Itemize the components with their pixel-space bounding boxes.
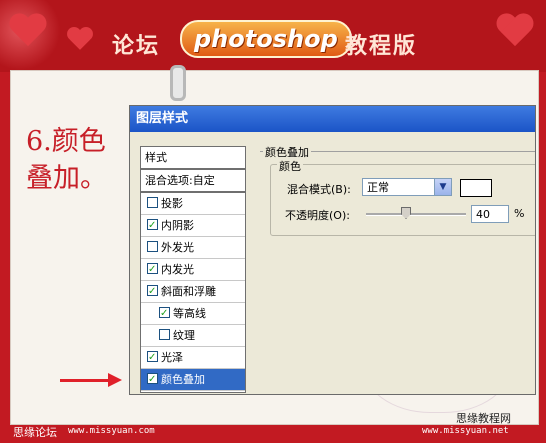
style-item-label: 光泽 [161,351,183,364]
footer-url-right: www.missyuan.net [422,426,509,436]
pointer-arrow [60,379,110,382]
style-item-label: 投影 [161,197,183,210]
checkbox-inner-shadow[interactable] [147,215,158,236]
opacity-label: 不透明度(O): [285,209,350,222]
style-item-bevel-emboss[interactable]: 斜面和浮雕 [141,281,245,303]
photoshop-logo: photoshop [180,20,352,58]
blend-mode-select[interactable]: 正常 ▼ [362,178,452,196]
style-item-outer-glow[interactable]: 外发光 [141,237,245,259]
arrow-head-icon [108,373,122,387]
heart-icon [8,14,48,50]
style-item-label: 内发光 [161,263,194,276]
heart-icon [495,14,535,50]
header-banner: 论坛 photoshop 教程版 [0,0,546,72]
spiral-ring-icon [170,65,186,101]
style-item-satin[interactable]: 光泽 [141,347,245,369]
checkbox-color-overlay[interactable] [147,369,158,390]
style-item-inner-shadow[interactable]: 内阴影 [141,215,245,237]
overlay-color-swatch[interactable] [460,179,492,197]
checkbox-bevel-emboss[interactable] [147,281,158,302]
step-caption-line2: 叠加。 [26,163,107,194]
layer-style-dialog: 图层样式 样式 混合选项:自定 投影 内阴影 外发光 内发光 斜面和浮雕 等高线 [129,105,536,395]
color-group-box [270,164,535,236]
blend-mode-value: 正常 [367,181,389,194]
opacity-slider-track[interactable] [366,213,466,216]
styles-list: 样式 混合选项:自定 投影 内阴影 外发光 内发光 斜面和浮雕 等高线 纹理 [140,146,246,393]
dialog-titlebar[interactable]: 图层样式 [130,106,535,132]
style-item-label: 外发光 [161,241,194,254]
style-item-label: 等高线 [173,307,206,320]
banner-text-forum: 论坛 [112,33,161,59]
footer-site-right: 思缘教程网 [456,412,511,425]
checkbox-satin[interactable] [147,347,158,368]
step-caption-line1: 6.颜色 [26,126,106,157]
style-item-label: 内阴影 [161,219,194,232]
checkbox-contour[interactable] [159,303,170,324]
opacity-input[interactable]: 40 [471,205,509,223]
checkbox-drop-shadow[interactable] [147,197,158,208]
blend-mode-label: 混合模式(B): [287,183,351,196]
style-item-texture[interactable]: 纹理 [141,325,245,347]
style-item-label: 斜面和浮雕 [161,285,216,298]
checkbox-inner-glow[interactable] [147,259,158,280]
styles-header[interactable]: 样式 [141,147,245,170]
footer-site-left: 思缘论坛 [13,426,57,439]
checkbox-texture[interactable] [159,329,170,340]
chevron-down-icon[interactable]: ▼ [434,179,451,195]
opacity-unit: % [514,207,525,220]
footer-url-left: www.missyuan.com [68,426,155,436]
style-item-color-overlay[interactable]: 颜色叠加 [141,369,245,391]
group-title: 颜色 [277,158,303,174]
banner-text-tutorial: 教程版 [345,33,418,59]
blending-options-item[interactable]: 混合选项:自定 [141,170,245,193]
style-item-label: 纹理 [173,329,195,342]
heart-icon [66,27,94,52]
checkbox-outer-glow[interactable] [147,241,158,252]
style-item-drop-shadow[interactable]: 投影 [141,193,245,215]
style-item-inner-glow[interactable]: 内发光 [141,259,245,281]
style-item-label: 颜色叠加 [161,373,205,386]
style-item-contour[interactable]: 等高线 [141,303,245,325]
page-frame: 论坛 photoshop 教程版 6.颜色 叠加。 图层样式 样式 混合选项:自… [0,0,546,443]
step-caption: 6.颜色 叠加。 [26,123,107,197]
spiral-binding [170,60,194,101]
